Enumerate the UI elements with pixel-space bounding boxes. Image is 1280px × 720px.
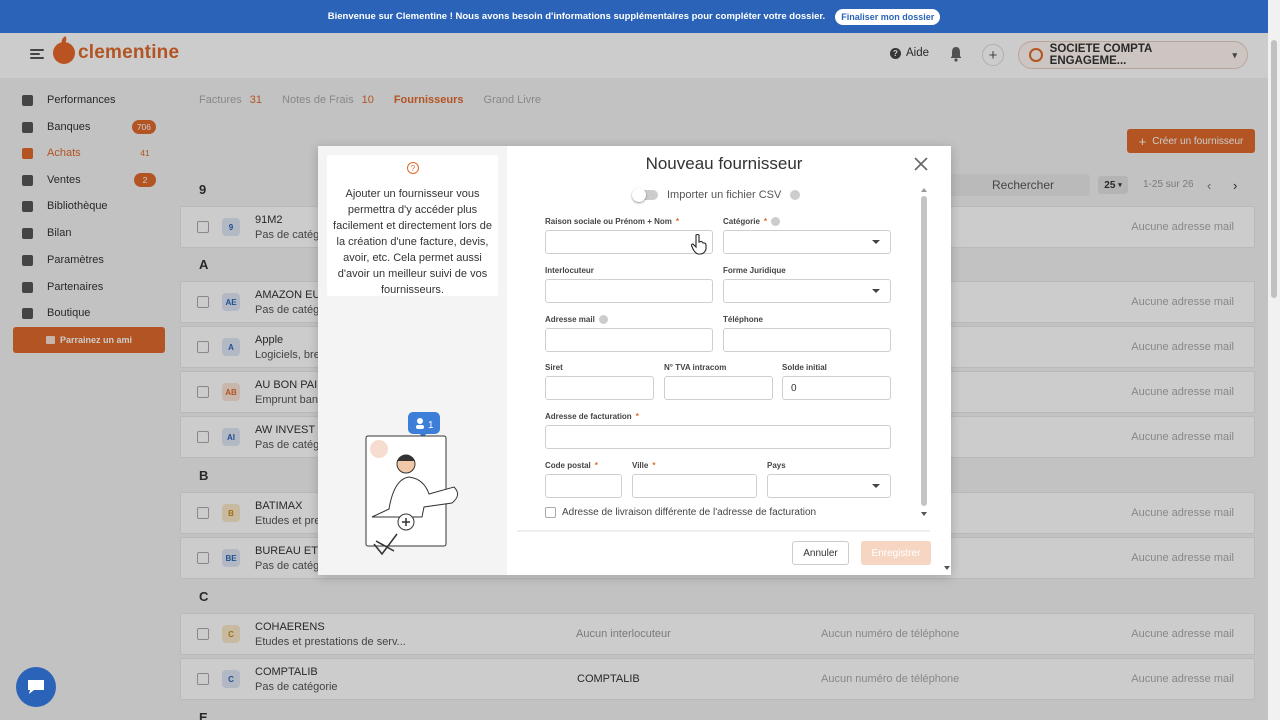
tva-label: N° TVA intracom (664, 363, 727, 372)
interlocuteur-label: Interlocuteur (545, 266, 594, 275)
supplier-illustration-icon: 1 (365, 412, 458, 556)
close-icon[interactable] (914, 157, 928, 171)
label-text: Adresse de facturation (545, 412, 632, 421)
form-scrollbar[interactable] (920, 186, 928, 520)
label-text: Ville (632, 461, 649, 470)
siret-label: Siret (545, 363, 563, 372)
raison-sociale-label: Raison sociale ou Prénom + Nom * (545, 217, 679, 226)
info-icon[interactable] (790, 190, 801, 200)
page-scrollbar-thumb[interactable] (1271, 40, 1277, 298)
code-postal-input[interactable] (545, 474, 622, 498)
solde-initial-label: Solde initial (782, 363, 827, 372)
required-marker: * (675, 217, 680, 226)
illustration-count: 1 (428, 420, 434, 431)
cancel-button[interactable]: Annuler (792, 541, 849, 565)
onboarding-banner: Bienvenue sur Clementine ! Nous avons be… (0, 0, 1268, 33)
adresse-facturation-input[interactable] (545, 425, 891, 449)
interlocuteur-input[interactable] (545, 279, 713, 303)
chevron-down-icon (872, 289, 880, 293)
import-csv-toggle[interactable] (632, 188, 658, 202)
delivery-address-checkbox[interactable] (545, 507, 556, 518)
forme-juridique-label: Forme Juridique (723, 266, 786, 275)
telephone-label: Téléphone (723, 315, 764, 324)
delivery-address-label: Adresse de livraison différente de l'adr… (562, 507, 817, 518)
import-csv-label: Importer un fichier CSV (667, 189, 782, 201)
adresse-mail-label: Adresse mail (545, 315, 608, 324)
ville-label: Ville * (632, 461, 655, 470)
chevron-down-icon (872, 484, 880, 488)
categorie-label: Catégorie * (723, 217, 781, 226)
forme-juridique-select[interactable] (723, 279, 891, 303)
required-marker: * (594, 461, 598, 470)
delivery-address-option[interactable]: Adresse de livraison différente de l'adr… (545, 507, 816, 518)
info-card: ? Ajouter un fournisseur vous permettra … (327, 155, 498, 296)
ville-input[interactable] (632, 474, 757, 498)
required-marker: * (635, 412, 639, 421)
chevron-down-icon (872, 240, 880, 244)
code-postal-label: Code postal * (545, 461, 598, 470)
pays-select[interactable] (767, 474, 891, 498)
finalize-file-button[interactable]: Finaliser mon dossier (835, 8, 941, 25)
question-icon: ? (407, 162, 419, 174)
import-csv-row: Importer un fichier CSV (632, 188, 801, 202)
divider (517, 530, 930, 532)
chat-button[interactable] (16, 667, 56, 707)
adresse-facturation-label: Adresse de facturation * (545, 412, 639, 421)
save-button[interactable]: Enregistrer (861, 541, 931, 565)
modal-info-panel: ? Ajouter un fournisseur vous permettra … (318, 146, 507, 575)
label-text: Adresse mail (545, 315, 595, 324)
label-text: Catégorie (723, 217, 760, 226)
hand-cursor-icon (690, 233, 707, 255)
modal-title: Nouveau fournisseur (645, 154, 803, 173)
label-text: Raison sociale ou Prénom + Nom (545, 217, 672, 226)
info-icon[interactable] (598, 315, 608, 324)
tva-input[interactable] (664, 376, 773, 400)
info-text: Ajouter un fournisseur vous permettra d'… (333, 188, 492, 296)
solde-initial-input[interactable]: 0 (782, 376, 891, 400)
email-field[interactable] (545, 328, 713, 352)
new-supplier-modal: ? Ajouter un fournisseur vous permettra … (318, 146, 951, 575)
modal-scroll-down-icon[interactable] (943, 564, 951, 572)
label-text: Code postal (545, 461, 591, 470)
supplier-form: Importer un fichier CSV Raison sociale o… (517, 186, 930, 524)
pays-label: Pays (767, 461, 786, 470)
info-icon[interactable] (771, 217, 781, 226)
raison-sociale-input[interactable] (545, 230, 713, 254)
required-marker: * (763, 217, 768, 226)
categorie-select[interactable] (723, 230, 891, 254)
banner-message: Bienvenue sur Clementine ! Nous avons be… (327, 11, 826, 22)
chat-icon (28, 680, 44, 694)
required-marker: * (652, 461, 656, 470)
siret-input[interactable] (545, 376, 654, 400)
telephone-field[interactable] (723, 328, 891, 352)
